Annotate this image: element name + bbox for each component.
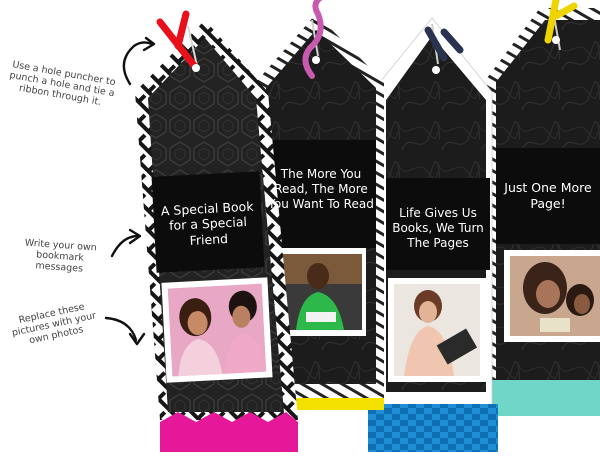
bookmark-3-message: Life Gives Us Books, We Turn The Pages (392, 205, 484, 250)
bookmark-2-message: The More You Read, The More You Want To … (268, 166, 374, 211)
bookmark-4-message: Just One More Page! (504, 180, 592, 211)
bookmark-3-bottom-band (368, 404, 498, 452)
woman-with-book-photo (388, 278, 486, 382)
arrow-photos-head-icon (128, 332, 146, 346)
reader-green-sweater-photo (276, 248, 366, 336)
two-women-laughing-photo (161, 277, 273, 383)
mother-daughter-reading-photo (504, 250, 600, 342)
annotation-message: Write your own bookmark messages (24, 237, 98, 275)
bookmark-4-bottom-band (487, 380, 600, 416)
bookmark-1-message: A Special Book for a Special Friend (160, 198, 254, 248)
